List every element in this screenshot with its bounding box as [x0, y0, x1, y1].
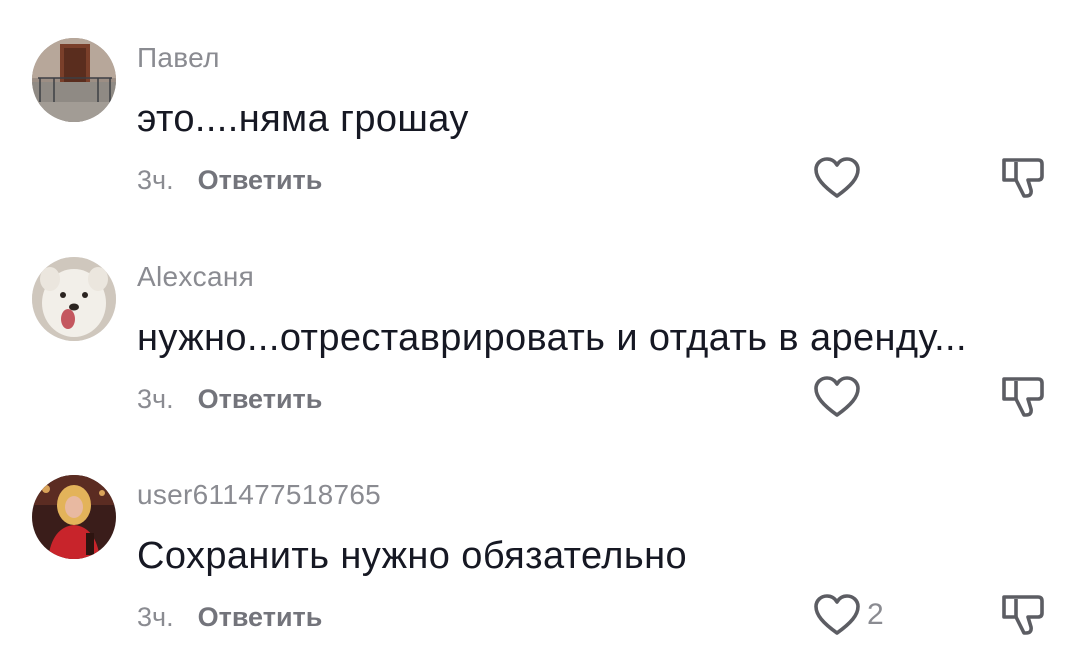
reply-button[interactable]: Ответить — [198, 602, 323, 632]
comment-text: Сохранить нужно обязательно — [137, 535, 687, 577]
dislike-button[interactable] — [1000, 373, 1046, 419]
avatar[interactable] — [32, 257, 116, 341]
comment-username[interactable]: Alexсаня — [137, 261, 254, 293]
comment-time: 3ч. — [137, 384, 174, 414]
heart-outline-icon — [814, 376, 860, 417]
comment-meta: 3ч. Ответить — [137, 602, 322, 633]
white-dog-avatar-image — [32, 257, 116, 341]
comment-item: Павел это....няма грошау 3ч. Ответить — [0, 0, 1080, 210]
comment-username[interactable]: user611477518765 — [137, 479, 381, 511]
reply-button[interactable]: Ответить — [198, 384, 323, 414]
avatar[interactable] — [32, 475, 116, 559]
comment-time: 3ч. — [137, 165, 174, 195]
comment-meta: 3ч. Ответить — [137, 384, 322, 415]
heart-outline-icon — [814, 594, 860, 635]
comment-item: user611477518765 Сохранить нужно обязате… — [0, 437, 1080, 647]
thumbs-down-outline-icon — [1002, 595, 1044, 635]
like-count: 2 — [867, 598, 884, 631]
dislike-button[interactable] — [1000, 591, 1046, 637]
house-porch-avatar-image — [32, 38, 116, 122]
comment-text: это....няма грошау — [137, 98, 469, 140]
like-button[interactable]: 2 — [813, 590, 884, 640]
like-button[interactable] — [813, 153, 867, 203]
thumbs-down-outline-icon — [1002, 158, 1044, 198]
comment-time: 3ч. — [137, 602, 174, 632]
reply-button[interactable]: Ответить — [198, 165, 323, 195]
avatar[interactable] — [32, 38, 116, 122]
comment-text: нужно...отреставрировать и отдать в арен… — [137, 317, 967, 359]
dislike-button[interactable] — [1000, 154, 1046, 200]
like-button[interactable] — [813, 372, 867, 422]
woman-red-dress-avatar-image — [32, 475, 116, 559]
comment-meta: 3ч. Ответить — [137, 165, 322, 196]
heart-outline-icon — [814, 157, 860, 198]
comment-username[interactable]: Павел — [137, 42, 220, 74]
thumbs-down-outline-icon — [1002, 377, 1044, 417]
comment-item: Alexсаня нужно...отреставрировать и отда… — [0, 219, 1080, 429]
